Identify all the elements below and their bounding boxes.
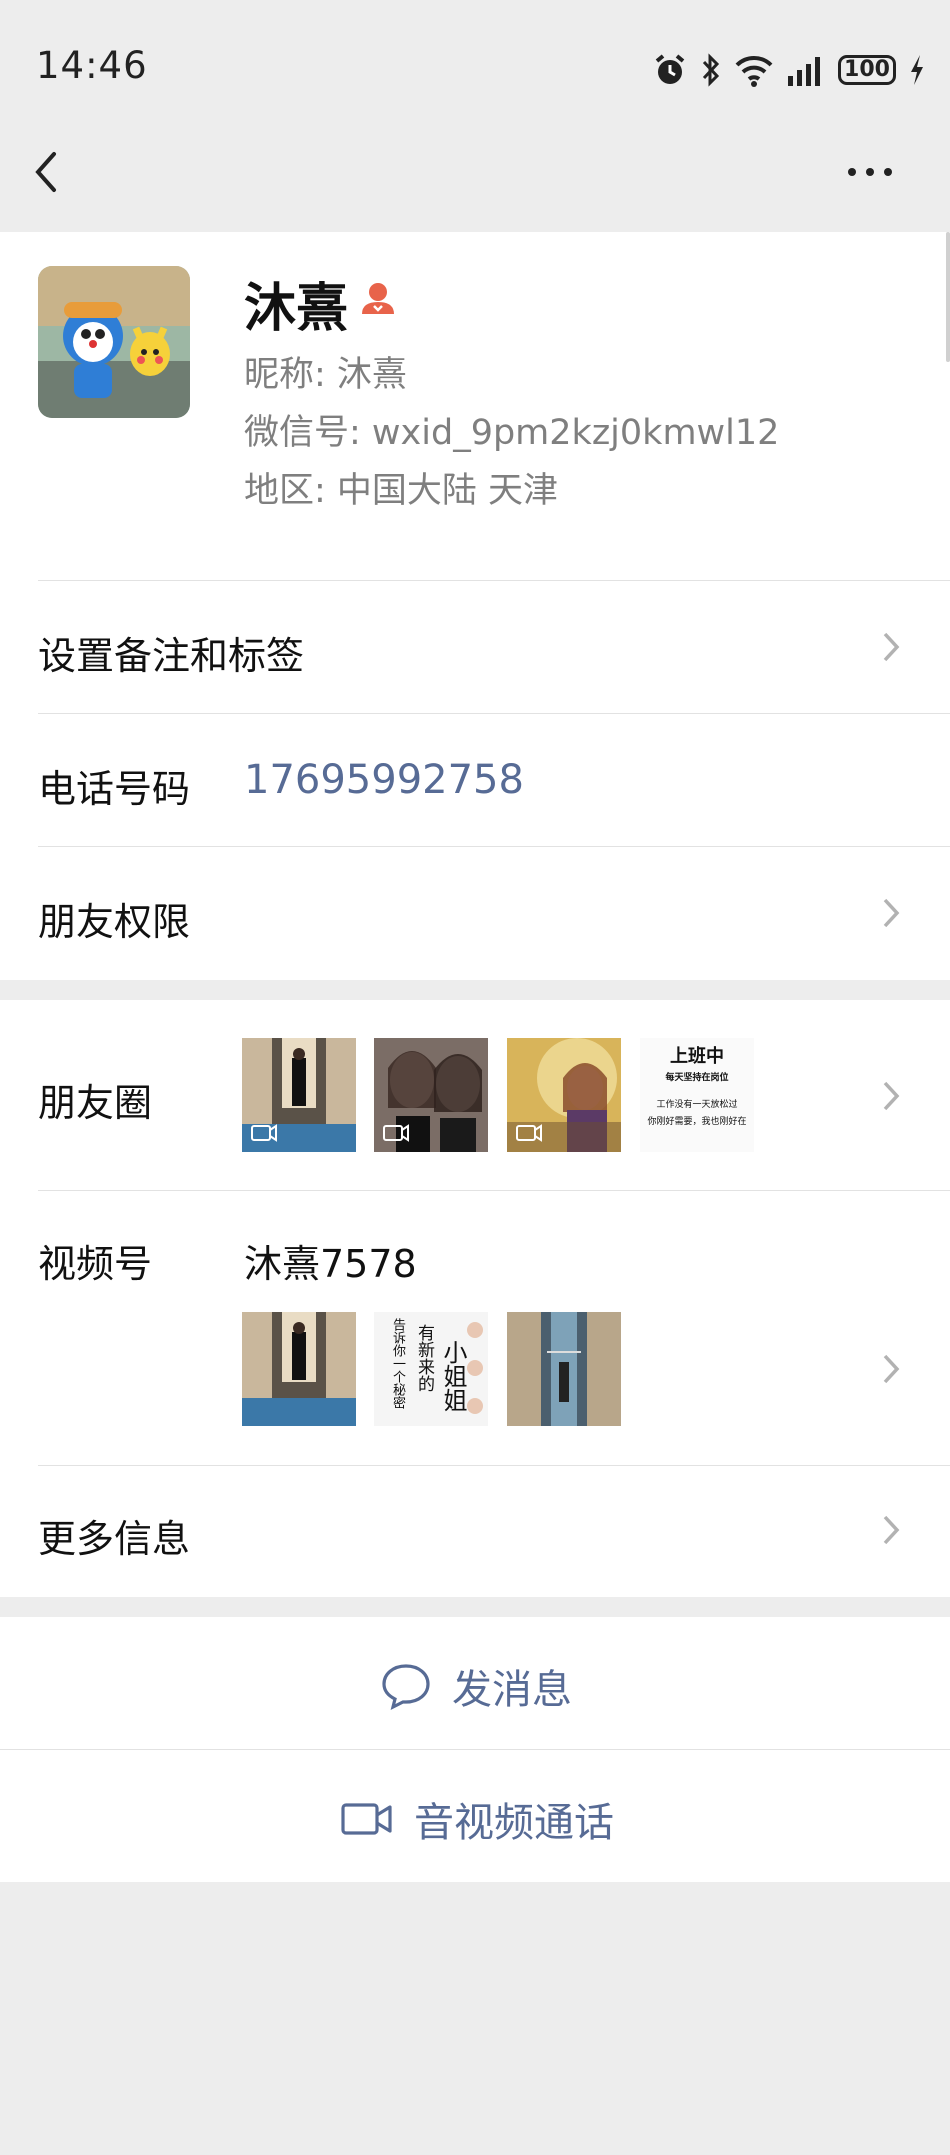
- battery-icon: 100: [838, 55, 896, 85]
- channels-name: 沐熹7578: [244, 1242, 417, 1286]
- wechat-id-text: 微信号: wxid_9pm2kzj0kmwl12: [244, 413, 780, 453]
- chevron-right-icon: [883, 1354, 900, 1384]
- channels-poster-thumbnail: 告诉你一个秘密 有新来的 小姐姐: [374, 1312, 488, 1426]
- moments-row[interactable]: 朋友圈 上班中 每天坚持在岗位 工作没有一天放松过 你刚好需要，我也刚好在: [0, 1000, 950, 1190]
- nickname-text: 昵称: 沐熹: [244, 355, 407, 395]
- divider: [38, 580, 950, 581]
- video-camera-icon: [341, 1803, 392, 1835]
- poster-line: 你刚好需要，我也刚好在: [647, 1117, 747, 1127]
- moments-thumbnail: [242, 1038, 356, 1152]
- poster-line: 每天坚持在岗位: [665, 1073, 729, 1083]
- moments-label: 朋友圈: [38, 1081, 153, 1125]
- av-call-button[interactable]: 音视频通话: [0, 1750, 950, 1882]
- bluetooth-icon: [702, 53, 720, 87]
- signal-icon: [788, 57, 820, 86]
- more-info-row[interactable]: 更多信息: [0, 1466, 950, 1597]
- remark-tags-row[interactable]: 设置备注和标签: [0, 582, 950, 712]
- person-badge-icon: [362, 283, 394, 314]
- remark-tags-label: 设置备注和标签: [38, 634, 305, 678]
- channels-row[interactable]: 视频号 沐熹7578 告诉你一个秘密 有新来的 小姐姐: [0, 1191, 950, 1465]
- channels-label: 视频号: [38, 1242, 153, 1286]
- region-text: 地区: 中国大陆 天津: [244, 471, 559, 511]
- poster-line: 工作没有一天放松过: [656, 1100, 738, 1110]
- av-call-label: 音视频通话: [414, 1800, 614, 1846]
- chevron-right-icon: [883, 1081, 900, 1111]
- profile-name: 沐熹: [244, 279, 349, 339]
- send-message-label: 发消息: [452, 1667, 572, 1713]
- phone-label: 电话号码: [38, 767, 191, 811]
- chevron-right-icon: [883, 898, 900, 928]
- friend-permissions-label: 朋友权限: [38, 900, 191, 944]
- channels-thumbnail: [242, 1312, 356, 1426]
- moments-poster-thumbnail: 上班中 每天坚持在岗位 工作没有一天放松过 你刚好需要，我也刚好在: [640, 1038, 754, 1152]
- friend-permissions-row[interactable]: 朋友权限: [0, 847, 950, 980]
- poster-title: 上班中: [670, 1046, 724, 1067]
- back-button[interactable]: [30, 148, 70, 196]
- phone-number-link[interactable]: 17695992758: [244, 757, 524, 803]
- more-dots-icon: [848, 168, 856, 176]
- moments-thumbnail: [507, 1038, 621, 1152]
- status-time: 14:46: [36, 44, 148, 87]
- moments-thumbnail: [374, 1038, 488, 1152]
- poster-text: 有新来的: [414, 1324, 434, 1392]
- chat-bubble-icon: [382, 1664, 430, 1710]
- avatar[interactable]: [38, 266, 190, 418]
- poster-text: 告诉你一个秘密: [390, 1318, 405, 1409]
- status-icons: 100: [652, 48, 926, 92]
- wifi-icon: [735, 55, 773, 87]
- phone-row: 电话号码 17695992758: [0, 714, 950, 846]
- chevron-left-icon: [35, 152, 56, 192]
- more-info-label: 更多信息: [38, 1517, 191, 1561]
- chevron-right-icon: [883, 1515, 900, 1545]
- chevron-right-icon: [883, 632, 900, 662]
- send-message-button[interactable]: 发消息: [0, 1617, 950, 1749]
- charging-icon: [911, 55, 923, 85]
- scrollbar[interactable]: [946, 232, 950, 362]
- channels-thumbnail: [507, 1312, 621, 1426]
- alarm-icon: [655, 54, 685, 84]
- more-options-button[interactable]: [832, 160, 892, 184]
